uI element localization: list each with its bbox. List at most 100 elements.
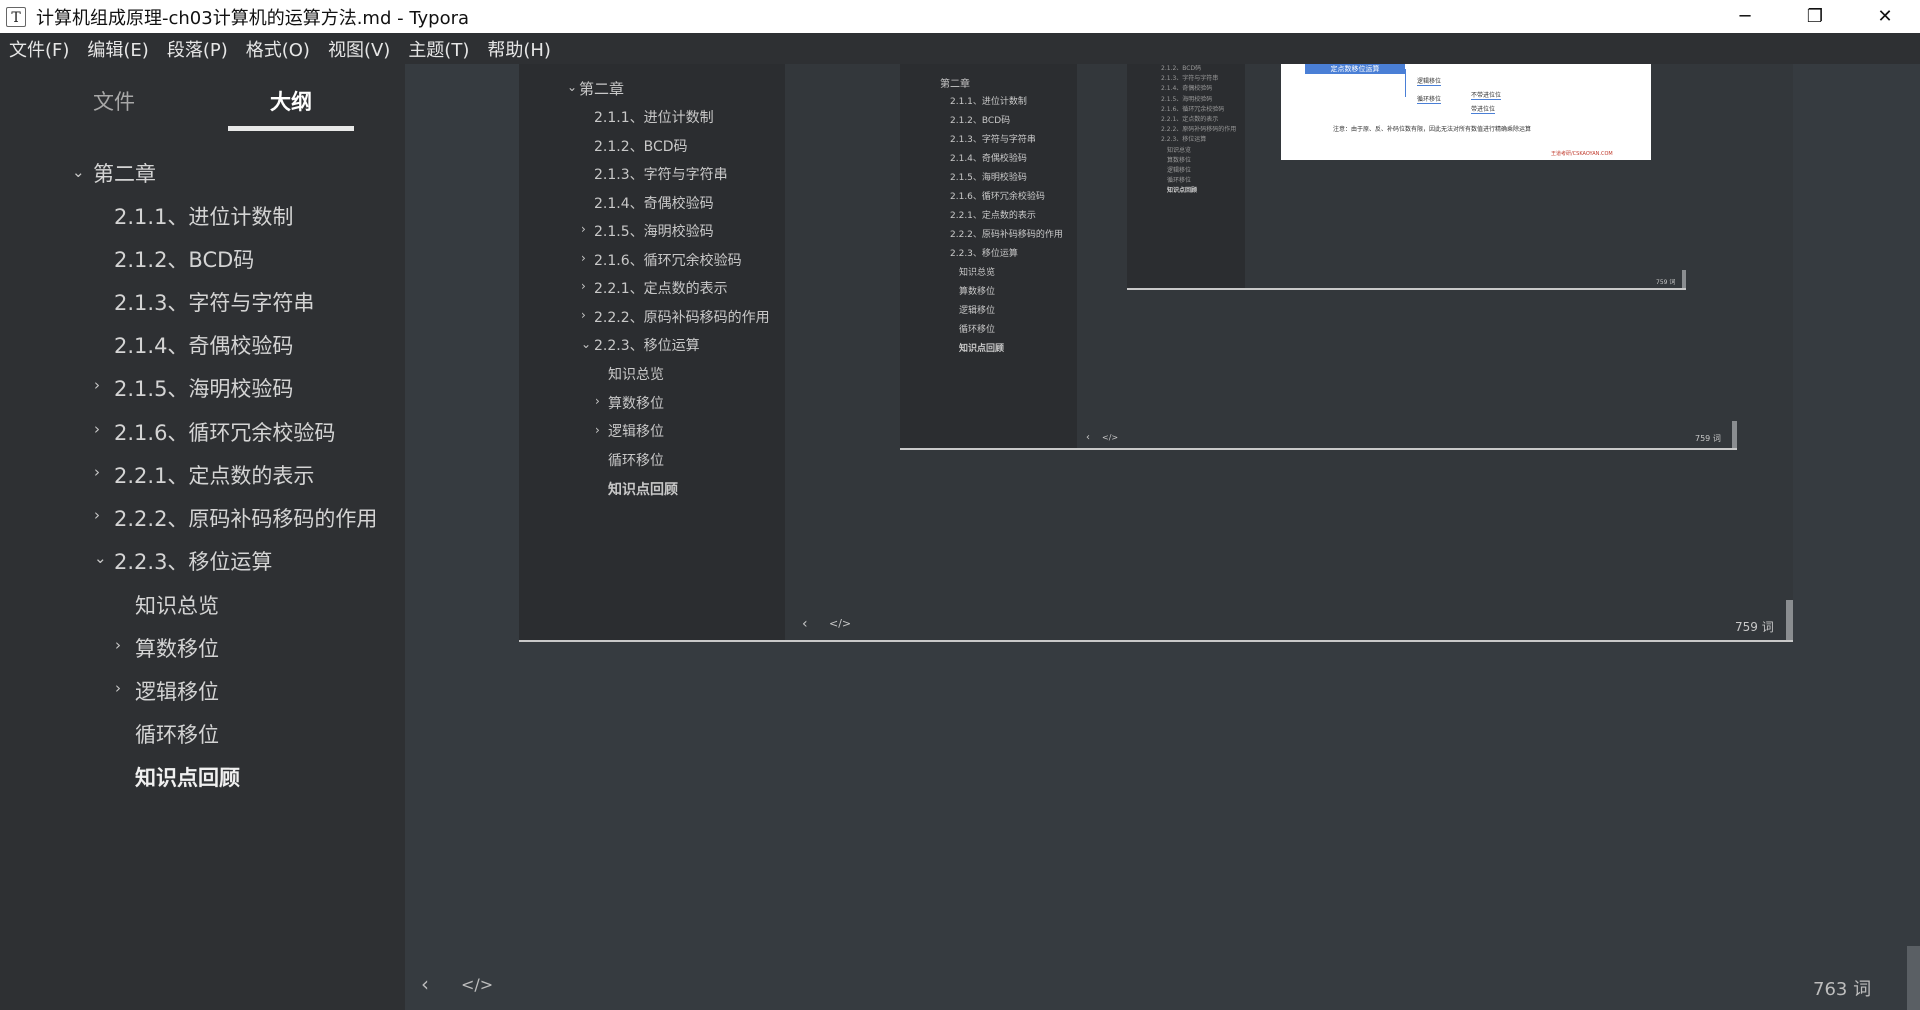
embedded-screenshot-1: ⌄ 第二章 2.1.1、进位计数制 2.1.2、BCD码 2.1.3、字符与字符…	[519, 64, 1793, 642]
outline-item-circular-shift[interactable]: 循环移位	[135, 719, 219, 749]
mindmap-node: 逻辑移位	[1417, 78, 1442, 86]
outline-item-chapter2[interactable]: 第二章	[93, 158, 156, 188]
embedded-outline-item: 算数移位	[608, 396, 664, 412]
outline-item-logical-shift[interactable]: 逻辑移位	[135, 676, 219, 706]
mindmap-connector	[1405, 69, 1414, 97]
outline-item-2-1-1[interactable]: 2.1.1、进位计数制	[114, 201, 293, 231]
outline-item-review[interactable]: 知识点回顾	[135, 762, 240, 792]
embedded-outline-item: 2.2.3、移位运算	[594, 338, 700, 354]
mindmap-root-node: 定点数移位运算	[1305, 64, 1405, 74]
outline-item-2-1-2[interactable]: 2.1.2、BCD码	[114, 244, 254, 274]
embedded-outline-item: 2.2.1、定点数的表示	[1161, 116, 1219, 124]
chevron-right-icon[interactable]: ›	[115, 636, 121, 654]
embedded-outline-item: 2.2.1、定点数的表示	[594, 281, 728, 297]
outline-item-2-1-4[interactable]: 2.1.4、奇偶校验码	[114, 330, 293, 360]
outline-item-2-1-6[interactable]: 2.1.6、循环冗余校验码	[114, 417, 335, 447]
embedded-outline-item: 2.2.3、移位运算	[950, 249, 1018, 259]
embedded-outline-tree: 2.1.2、BCD码 2.1.3、字符与字符串 2.1.4、奇偶校验码 2.1.…	[1161, 64, 1236, 197]
embedded-outline-item: 2.1.5、海明校验码	[1161, 95, 1213, 103]
embedded-outline-item: 2.1.3、字符与字符串	[1161, 75, 1219, 83]
window-title: 计算机组成原理-ch03计算机的运算方法.md - Typora	[36, 7, 470, 29]
embedded-scroll-thumb	[1786, 600, 1793, 640]
embedded-bottom-border	[519, 640, 1793, 642]
close-button[interactable]: ✕	[1850, 0, 1920, 33]
embedded-outline-item: 逻辑移位	[608, 424, 664, 440]
embedded-bottom-border	[1127, 288, 1686, 290]
embedded-outline-item: 2.1.3、字符与字符串	[594, 167, 728, 183]
embedded-outline-item: 2.2.2、原码补码移码的作用	[594, 310, 770, 326]
embedded-outline-item: 2.1.6、循环冗余校验码	[1161, 105, 1225, 113]
embedded-source-icon: </>	[1102, 433, 1119, 442]
outline-item-overview[interactable]: 知识总览	[135, 590, 219, 620]
word-count[interactable]: 763 词	[1813, 975, 1871, 1001]
embedded-bottom-border	[900, 448, 1737, 450]
mindmap-node: 不带进位位	[1471, 92, 1502, 100]
menu-edit[interactable]: 编辑(E)	[78, 36, 157, 62]
embedded-outline-item: 第二章	[579, 80, 625, 98]
embedded-outline-item: 2.1.5、海明校验码	[950, 173, 1027, 183]
embedded-word-count: 759 词	[1735, 620, 1774, 634]
source-code-icon[interactable]: </>	[461, 975, 493, 994]
chevron-right-icon[interactable]: ›	[94, 420, 100, 438]
menu-view[interactable]: 视图(V)	[319, 36, 399, 62]
embedded-outline-item: 2.2.2、原码补码移码的作用	[950, 230, 1063, 240]
back-icon[interactable]: ‹	[421, 972, 429, 996]
chevron-right-icon[interactable]: ›	[94, 376, 100, 394]
embedded-outline-item: 循环移位	[608, 453, 664, 469]
embedded-outline-item: 第二章	[940, 79, 970, 90]
outline-item-2-1-3[interactable]: 2.1.3、字符与字符串	[114, 287, 314, 317]
menu-bar: 文件(F) 编辑(E) 段落(P) 格式(O) 视图(V) 主题(T) 帮助(H…	[0, 33, 1920, 64]
scrollbar-thumb[interactable]	[1907, 946, 1920, 1010]
active-tab-indicator	[228, 126, 354, 131]
embedded-outline-item: 2.1.4、奇偶校验码	[1161, 85, 1213, 93]
outline-item-2-2-1[interactable]: 2.2.1、定点数的表示	[114, 460, 314, 490]
embedded-scroll-thumb	[1682, 270, 1686, 288]
embedded-outline-item: 2.1.4、奇偶校验码	[594, 196, 714, 212]
editor-area[interactable]: ⌄ 第二章 2.1.1、进位计数制 2.1.2、BCD码 2.1.3、字符与字符…	[405, 64, 1920, 1010]
outline-item-2-1-5[interactable]: 2.1.5、海明校验码	[114, 373, 293, 403]
embedded-screenshot-3: 759 词 2.1.2、BCD码 2.1.3、字符与字符串 2.1.4、奇偶校验…	[1127, 64, 1686, 290]
mindmap-node: 带进位位	[1471, 106, 1496, 114]
menu-format[interactable]: 格式(O)	[237, 36, 319, 62]
outline-item-2-2-3[interactable]: 2.2.3、移位运算	[114, 546, 272, 576]
embedded-scroll-thumb	[1732, 421, 1737, 448]
chevron-right-icon[interactable]: ›	[94, 506, 100, 524]
embedded-screenshot-2: 第二章 2.1.1、进位计数制 2.1.2、BCD码 2.1.3、字符与字符串 …	[900, 64, 1737, 450]
sidebar: 文件 大纲 ⌄ 第二章 2.1.1、进位计数制 2.1.2、BCD码 2.1.3…	[0, 64, 405, 1010]
embedded-outline-item: 2.1.2、BCD码	[1161, 65, 1202, 72]
embedded-source-icon: </>	[829, 617, 852, 630]
tab-outline[interactable]: 大纲	[270, 86, 312, 116]
embedded-outline-item: 逻辑移位	[1167, 167, 1192, 175]
embedded-outline-item: 2.2.1、定点数的表示	[950, 211, 1036, 221]
embedded-outline-item: 知识总览	[1167, 146, 1192, 154]
menu-theme[interactable]: 主题(T)	[399, 36, 478, 62]
embedded-word-count: 759 词	[1695, 434, 1721, 443]
embedded-outline-item: 循环移位	[1167, 177, 1192, 185]
embedded-back-icon: ‹	[802, 616, 808, 632]
embedded-outline-item: 2.1.5、海明校验码	[594, 224, 714, 240]
embedded-outline-item: 2.2.2、原码补码移码的作用	[1161, 126, 1237, 134]
title-bar: T 计算机组成原理-ch03计算机的运算方法.md - Typora ─ ❐ ✕	[0, 0, 1920, 33]
menu-file[interactable]: 文件(F)	[0, 36, 78, 62]
chevron-right-icon[interactable]: ›	[115, 679, 121, 697]
embedded-outline-item: 2.2.3、移位运算	[1161, 136, 1207, 144]
embedded-back-icon: ‹	[1086, 432, 1090, 443]
maximize-button[interactable]: ❐	[1780, 0, 1850, 33]
embedded-outline-item: 知识点回顾	[959, 344, 1005, 354]
outline-item-arithmetic-shift[interactable]: 算数移位	[135, 633, 219, 663]
chevron-down-icon[interactable]: ⌄	[94, 549, 107, 567]
chevron-right-icon[interactable]: ›	[94, 463, 100, 481]
minimize-button[interactable]: ─	[1710, 0, 1780, 33]
embedded-outline-item: 2.1.6、循环冗余校验码	[950, 192, 1045, 202]
sidebar-tabs: 文件 大纲	[0, 64, 405, 144]
outline-item-2-2-2[interactable]: 2.2.2、原码补码移码的作用	[114, 503, 377, 533]
embedded-outline-item: 逻辑移位	[959, 306, 996, 316]
embedded-outline-item: 2.1.1、进位计数制	[950, 97, 1027, 107]
menu-paragraph[interactable]: 段落(P)	[158, 36, 237, 62]
embedded-outline-item: 知识总览	[959, 268, 996, 278]
window-controls: ─ ❐ ✕	[1710, 0, 1920, 33]
embedded-outline-item: 2.1.6、循环冗余校验码	[594, 253, 742, 269]
tab-files[interactable]: 文件	[93, 86, 135, 116]
chevron-down-icon[interactable]: ⌄	[72, 163, 85, 181]
menu-help[interactable]: 帮助(H)	[478, 36, 560, 62]
